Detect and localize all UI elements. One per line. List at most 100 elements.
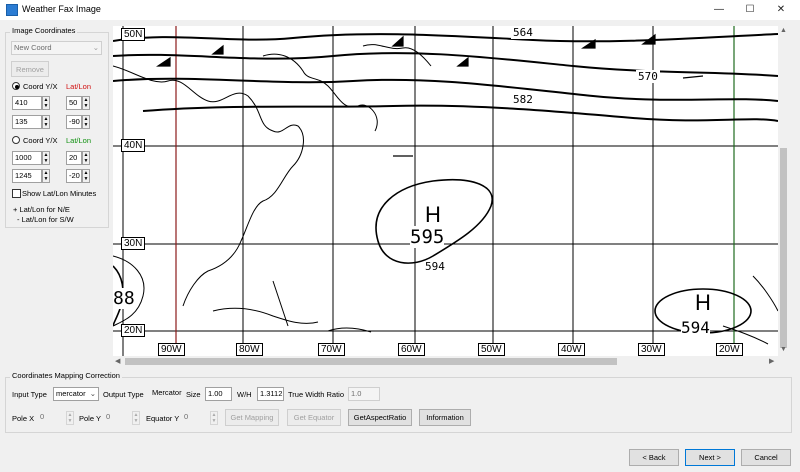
contours — [113, 33, 778, 122]
coord2-label: Coord Y/X — [23, 136, 58, 145]
chevron-down-icon: ⌄ — [89, 389, 96, 398]
coord2-x-stepper[interactable]: ▲ ▼ — [42, 169, 50, 183]
coord1-y-input[interactable]: 410 — [12, 96, 42, 110]
wh-input[interactable]: 1.3112 — [257, 387, 284, 401]
note-ne: + Lat/Lon for N/E — [13, 205, 70, 214]
coord2-lat-stepper[interactable]: ▲ ▼ — [82, 151, 90, 165]
window-title: Weather Fax Image — [22, 4, 101, 14]
remove-button[interactable]: Remove — [11, 61, 49, 77]
contour-label-564: 564 — [511, 26, 535, 39]
lon-label-90w: 90W — [158, 343, 185, 356]
input-type-label: Input Type — [12, 390, 47, 399]
lon-label-20w: 20W — [716, 343, 743, 356]
scroll-left-icon[interactable]: ◀ — [115, 357, 120, 365]
coord1-label: Coord Y/X — [23, 82, 58, 91]
vertical-scroll-thumb[interactable] — [780, 148, 787, 348]
high-pressure-letter-2: H — [695, 290, 711, 315]
back-button[interactable]: < Back — [629, 449, 679, 466]
equator-y-stepper[interactable]: ▲ ▼ — [210, 411, 218, 425]
show-minutes-checkbox[interactable] — [12, 189, 21, 198]
coord-select-value: New Coord — [14, 43, 52, 52]
coastline — [113, 44, 778, 345]
pole-x-label: Pole X — [12, 414, 35, 423]
scroll-down-icon[interactable]: ▼ — [780, 346, 787, 353]
wh-label: W/H — [237, 390, 252, 399]
coord2-lon-stepper[interactable]: ▲ ▼ — [82, 169, 90, 183]
high-pressure-letter-1: H — [425, 202, 441, 227]
weather-map-svg — [113, 26, 778, 356]
coord1-lat-input[interactable]: 50 — [66, 96, 82, 110]
get-aspect-ratio-button[interactable]: GetAspectRatio — [348, 409, 412, 426]
image-coordinates-label: Image Coordinates — [10, 26, 78, 35]
lon-label-30w: 30W — [638, 343, 665, 356]
coord2-lat-input[interactable]: 20 — [66, 151, 82, 165]
maximize-button[interactable]: ☐ — [735, 0, 765, 20]
output-type-value: Mercator — [152, 388, 182, 397]
title-bar: Weather Fax Image — ☐ ✕ — [0, 0, 800, 20]
chevron-down-icon: ⌄ — [92, 43, 99, 52]
lat-label-30n: 30N — [121, 237, 146, 250]
true-width-input[interactable]: 1.0 — [348, 387, 380, 401]
pole-y-stepper[interactable]: ▲ ▼ — [132, 411, 140, 425]
high-pressure-value-2: 594 — [681, 318, 710, 337]
coord2-lon-input[interactable]: -20 — [66, 169, 82, 183]
note-sw: - Lat/Lon for S/W — [17, 215, 74, 224]
coord1-x-stepper[interactable]: ▲ ▼ — [42, 115, 50, 129]
coord2-y-stepper[interactable]: ▲ ▼ — [42, 151, 50, 165]
weather-fax-image[interactable]: 50N 40N 30N 20N 90W 80W 70W 60W 50W 40W … — [113, 26, 778, 356]
pole-y-input[interactable]: 0 — [104, 411, 132, 425]
input-type-select[interactable]: mercator ⌄ — [53, 387, 99, 401]
information-button[interactable]: Information — [419, 409, 471, 426]
coord2-latlon-label: Lat/Lon — [66, 136, 92, 145]
minimize-button[interactable]: — — [704, 0, 734, 20]
app-icon — [6, 4, 18, 16]
coord1-radio[interactable] — [12, 82, 20, 90]
coord1-latlon-label: Lat/Lon — [66, 82, 92, 91]
show-minutes-label: Show Lat/Lon Minutes — [22, 189, 97, 198]
contour-label-570: 570 — [636, 70, 660, 83]
lon-label-80w: 80W — [236, 343, 263, 356]
pole-y-label: Pole Y — [79, 414, 101, 423]
horizontal-scroll-thumb[interactable] — [125, 358, 617, 365]
lon-label-40w: 40W — [558, 343, 585, 356]
coord1-lon-input[interactable]: -90 — [66, 115, 82, 129]
scroll-right-icon[interactable]: ▶ — [769, 357, 774, 365]
input-type-value: mercator — [56, 389, 86, 398]
high-pressure-value-1: 595 — [410, 226, 445, 248]
map-grid — [113, 26, 778, 356]
contour-label-594-a: 594 — [425, 260, 445, 273]
lon-label-70w: 70W — [318, 343, 345, 356]
lat-label-20n: 20N — [121, 324, 146, 337]
true-width-label: True Width Ratio — [288, 390, 344, 399]
lat-label-50n: 50N — [121, 28, 146, 41]
horizontal-scrollbar[interactable]: ◀ ▶ — [113, 356, 778, 367]
equator-y-input[interactable]: 0 — [182, 411, 210, 425]
pole-x-input[interactable]: 0 — [38, 411, 66, 425]
pole-x-stepper[interactable]: ▲ ▼ — [66, 411, 74, 425]
contour-label-582: 582 — [511, 93, 535, 106]
size-input[interactable]: 1.00 — [205, 387, 232, 401]
coord1-lon-stepper[interactable]: ▲ ▼ — [82, 115, 90, 129]
next-button[interactable]: Next > — [685, 449, 735, 466]
output-type-label: Output Type — [103, 390, 144, 399]
equator-y-label: Equator Y — [146, 414, 180, 423]
cancel-button[interactable]: Cancel — [741, 449, 791, 466]
lon-label-60w: 60W — [398, 343, 425, 356]
coord1-lat-stepper[interactable]: ▲ ▼ — [82, 96, 90, 110]
lat-label-40n: 40N — [121, 139, 146, 152]
coord2-y-input[interactable]: 1000 — [12, 151, 42, 165]
coord-select[interactable]: New Coord ⌄ — [11, 41, 102, 55]
side-contour-label: 88 — [113, 288, 135, 309]
size-label: Size — [186, 390, 201, 399]
scroll-up-icon[interactable]: ▲ — [780, 27, 787, 34]
mapping-correction-label: Coordinates Mapping Correction — [10, 371, 122, 380]
coord2-x-input[interactable]: 1245 — [12, 169, 42, 183]
coord2-radio[interactable] — [12, 136, 20, 144]
vertical-scrollbar[interactable]: ▲ ▼ — [778, 26, 789, 356]
close-button[interactable]: ✕ — [766, 0, 796, 20]
coord1-y-stepper[interactable]: ▲ ▼ — [42, 96, 50, 110]
get-equator-button[interactable]: Get Equator — [287, 409, 341, 426]
lon-label-50w: 50W — [478, 343, 505, 356]
coord1-x-input[interactable]: 135 — [12, 115, 42, 129]
get-mapping-button[interactable]: Get Mapping — [225, 409, 279, 426]
